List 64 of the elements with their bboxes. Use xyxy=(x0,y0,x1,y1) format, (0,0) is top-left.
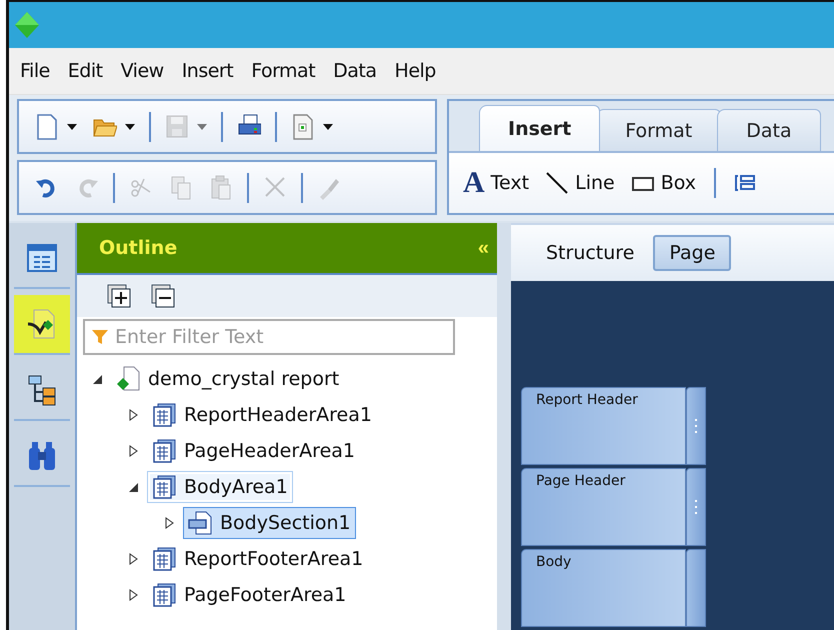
expand-triangle-icon[interactable] xyxy=(127,445,139,457)
table-icon xyxy=(152,582,176,608)
expand-all-icon[interactable] xyxy=(107,284,131,308)
menu-item[interactable]: View xyxy=(112,56,173,86)
table-icon xyxy=(152,546,176,572)
clipboard-icon xyxy=(209,174,233,200)
tree-item[interactable]: demo_crystal report xyxy=(111,363,344,395)
line-tool-button[interactable]: Line xyxy=(543,168,617,198)
window-layout-icon xyxy=(26,242,58,274)
ribbon-tab[interactable]: Data xyxy=(717,109,821,151)
collapse-button[interactable]: « xyxy=(478,236,489,260)
tree-item[interactable]: BodySection1 xyxy=(183,507,356,539)
section-icon xyxy=(188,510,212,536)
collapse-triangle-icon[interactable] xyxy=(127,481,139,493)
tree-item[interactable]: PageHeaderArea1 xyxy=(147,435,360,467)
table-icon xyxy=(152,438,176,464)
panel-title: Outline xyxy=(99,237,178,259)
side-strip-button[interactable] xyxy=(14,295,70,355)
funnel-icon xyxy=(91,328,109,346)
filter-field[interactable]: Enter Filter Text xyxy=(83,319,455,355)
tree-item[interactable]: PageFooterArea1 xyxy=(147,579,352,611)
binoculars-icon xyxy=(26,440,58,472)
ribbon-tab[interactable]: Insert xyxy=(479,105,600,151)
collapse-triangle-icon[interactable] xyxy=(91,373,103,385)
caret-icon xyxy=(67,124,77,130)
view-tab[interactable]: Page xyxy=(653,235,732,271)
menu-item[interactable]: File xyxy=(11,56,59,86)
table-icon xyxy=(152,474,176,500)
menu-item[interactable]: Help xyxy=(386,56,445,86)
caret-icon xyxy=(323,124,333,130)
section-tab[interactable]: Page Header xyxy=(521,468,686,546)
expand-triangle-icon[interactable] xyxy=(163,517,175,529)
expand-triangle-icon[interactable] xyxy=(127,409,139,421)
report-file-icon xyxy=(116,366,140,392)
table-icon xyxy=(152,402,176,428)
collapse-all-icon[interactable] xyxy=(151,284,175,308)
diagonal-line-icon xyxy=(545,170,570,196)
menu-item[interactable]: Edit xyxy=(58,56,112,86)
text-tool-button[interactable]: A Text xyxy=(461,166,532,200)
section-handle[interactable] xyxy=(686,549,706,627)
tree-item[interactable]: ReportHeaderArea1 xyxy=(147,399,377,431)
menu-item[interactable]: Format xyxy=(242,56,324,86)
caret-icon xyxy=(197,124,207,130)
grip-icon xyxy=(694,500,698,514)
section-handle[interactable] xyxy=(686,387,706,465)
expand-triangle-icon[interactable] xyxy=(127,589,139,601)
copy-icon xyxy=(169,174,193,200)
view-tab[interactable]: Structure xyxy=(531,236,650,270)
document-icon xyxy=(291,114,315,140)
box-tool-button[interactable]: Box xyxy=(628,168,698,198)
caret-icon xyxy=(125,124,135,130)
section-tab[interactable]: Body xyxy=(521,549,686,627)
document-icon xyxy=(35,114,59,140)
diamond-icon xyxy=(15,12,39,38)
expand-triangle-icon[interactable] xyxy=(127,553,139,565)
letter-a-icon: A xyxy=(463,168,485,198)
hierarchy-icon xyxy=(26,374,58,406)
menu-item[interactable]: Data xyxy=(324,56,386,86)
section-tab[interactable]: Report Header xyxy=(521,387,686,465)
section-handle[interactable] xyxy=(686,468,706,546)
menu-item[interactable]: Insert xyxy=(172,56,242,86)
grip-icon xyxy=(694,419,698,433)
tree-item[interactable]: BodyArea1 xyxy=(147,471,293,503)
tree-item[interactable]: ReportFooterArea1 xyxy=(147,543,368,575)
